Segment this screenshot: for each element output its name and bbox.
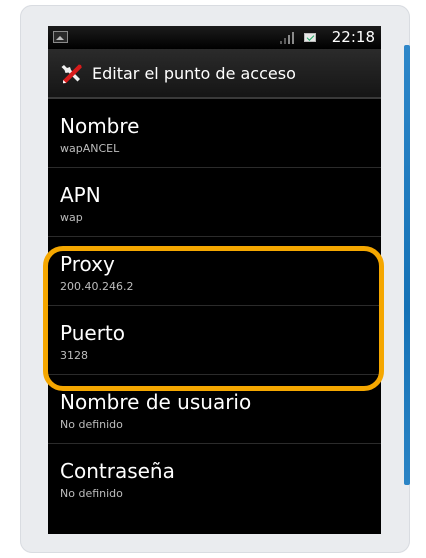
- title-bar: Editar el punto de acceso: [48, 49, 381, 99]
- tools-icon: [61, 64, 82, 84]
- setting-value: wap: [60, 211, 83, 224]
- setting-proxy[interactable]: Proxy 200.40.246.2: [48, 237, 381, 306]
- settings-list: Nombre wapANCEL APN wap Proxy 200.40.246…: [48, 99, 381, 513]
- gallery-notification-icon: [53, 31, 68, 43]
- status-bar: 22:18: [48, 26, 381, 49]
- setting-puerto[interactable]: Puerto 3128: [48, 306, 381, 375]
- setting-label: Nombre: [60, 114, 140, 138]
- setting-label: Proxy: [60, 252, 115, 276]
- setting-value: 3128: [60, 349, 88, 362]
- message-notification-icon: [304, 33, 316, 42]
- phone-screen: 22:18 Editar el punto de acceso Nombre w…: [48, 26, 381, 534]
- setting-contrasena[interactable]: Contraseña No definido: [48, 444, 381, 513]
- frame-accent-bar: [404, 45, 410, 485]
- setting-label: Puerto: [60, 321, 125, 345]
- setting-label: Nombre de usuario: [60, 390, 252, 414]
- setting-nombre-de-usuario[interactable]: Nombre de usuario No definido: [48, 375, 381, 444]
- setting-value: No definido: [60, 418, 123, 431]
- setting-value: 200.40.246.2: [60, 280, 134, 293]
- setting-value: wapANCEL: [60, 142, 120, 155]
- setting-label: Contraseña: [60, 459, 175, 483]
- setting-nombre[interactable]: Nombre wapANCEL: [48, 99, 381, 168]
- setting-apn[interactable]: APN wap: [48, 168, 381, 237]
- page-title: Editar el punto de acceso: [92, 64, 296, 83]
- setting-label: APN: [60, 183, 101, 207]
- setting-value: No definido: [60, 487, 123, 500]
- status-time: 22:18: [331, 28, 375, 46]
- signal-strength-icon: [278, 31, 298, 44]
